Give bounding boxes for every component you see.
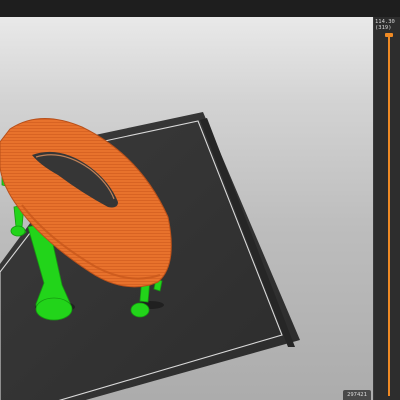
layer-slider-top-handle[interactable] [385, 33, 393, 37]
support-front-base [35, 297, 73, 321]
support-right-base [130, 302, 150, 318]
slicer-preview-window: 114.30 (319) 297421 [0, 0, 400, 400]
layer-slider-top-label: 114.30 (319) [375, 19, 400, 31]
top-layer-number: (319) [375, 25, 392, 31]
layer-slider-track[interactable] [388, 36, 390, 396]
3d-preview-viewport[interactable] [0, 17, 373, 400]
top-toolbar-strip [0, 0, 400, 17]
move-slider-readout: 297421 [343, 390, 371, 400]
layer-slider-panel: 114.30 (319) [373, 17, 400, 400]
scene-canvas[interactable] [0, 17, 373, 400]
